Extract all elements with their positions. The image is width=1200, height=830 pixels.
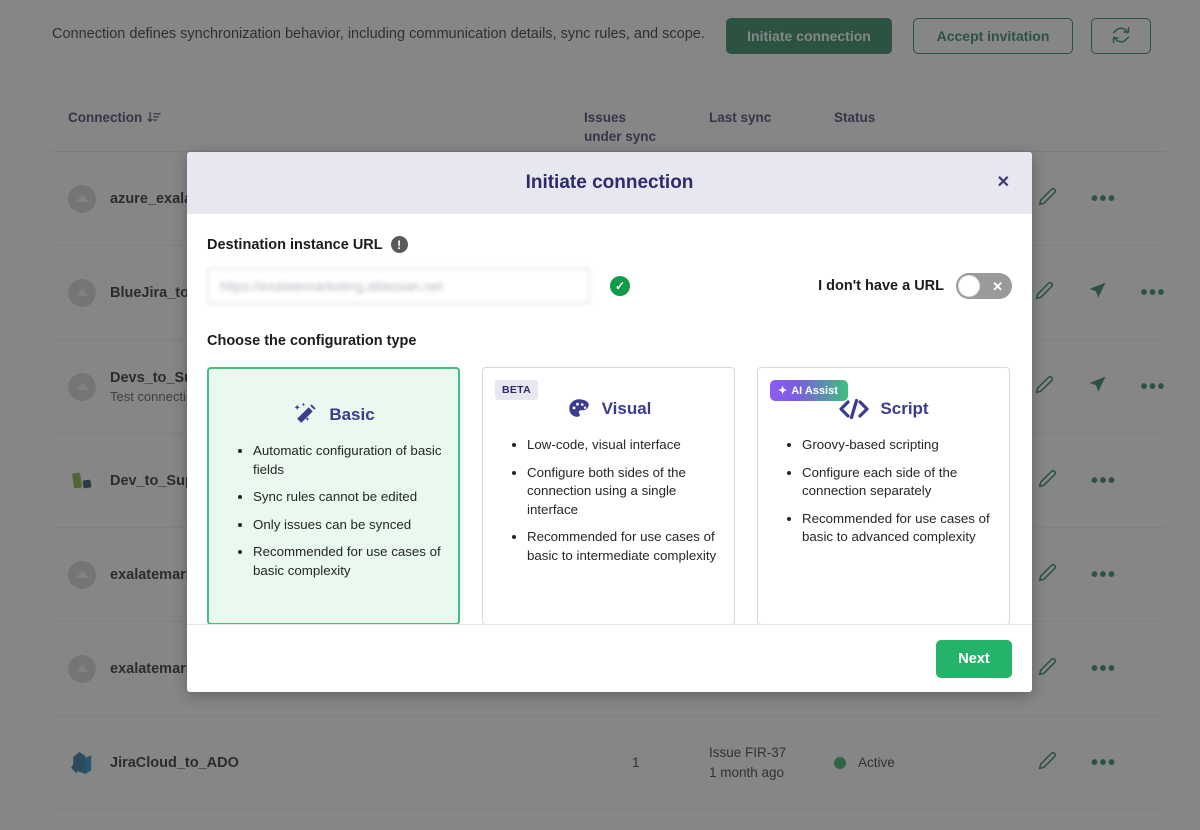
- list-item: Recommended for use cases of basic to in…: [527, 528, 720, 565]
- next-button[interactable]: Next: [936, 640, 1012, 678]
- toggle-knob: [958, 275, 980, 297]
- info-icon[interactable]: !: [391, 236, 408, 253]
- list-item: Automatic configuration of basic fields: [253, 442, 444, 479]
- close-x-icon: ✕: [992, 280, 1003, 293]
- card-header: Basic: [223, 401, 444, 428]
- list-item: Only issues can be synced: [253, 516, 444, 535]
- list-item: Sync rules cannot be edited: [253, 488, 444, 507]
- card-title: Visual: [602, 399, 652, 419]
- no-url-toggle[interactable]: ✕: [956, 273, 1012, 299]
- destination-url-label-row: Destination instance URL !: [207, 236, 1012, 253]
- destination-url-input[interactable]: [207, 268, 590, 304]
- no-url-toggle-group: I don't have a URL ✕: [818, 273, 1012, 299]
- list-item: Configure each side of the connection se…: [802, 464, 995, 501]
- modal-body: Destination instance URL ! ✓ I don't hav…: [187, 214, 1032, 624]
- ai-assist-badge: ✦ AI Assist: [770, 380, 848, 401]
- list-item: Low-code, visual interface: [527, 436, 720, 455]
- config-card-visual[interactable]: BETA Visual Low-code, visual i: [482, 367, 735, 624]
- card-bullet-list: Automatic configuration of basic fields …: [223, 442, 444, 580]
- modal-title: Initiate connection: [526, 172, 694, 194]
- card-bullet-list: Low-code, visual interface Configure bot…: [497, 436, 720, 565]
- modal-footer: Next: [187, 624, 1032, 692]
- destination-url-label: Destination instance URL: [207, 237, 383, 253]
- list-item: Groovy-based scripting: [802, 436, 995, 455]
- magic-wand-icon: [292, 401, 319, 428]
- no-url-label: I don't have a URL: [818, 278, 944, 294]
- sparkle-icon: ✦: [778, 384, 787, 397]
- configuration-type-cards: Basic Automatic configuration of basic f…: [207, 367, 1012, 624]
- config-card-script[interactable]: ✦ AI Assist Script Groovy-based scriptin…: [757, 367, 1010, 624]
- config-card-basic[interactable]: Basic Automatic configuration of basic f…: [207, 367, 460, 624]
- ai-assist-label: AI Assist: [791, 385, 838, 397]
- modal-header: Initiate connection ✕: [187, 152, 1032, 214]
- card-title: Script: [880, 399, 928, 419]
- beta-badge: BETA: [495, 380, 538, 400]
- card-title: Basic: [329, 405, 374, 425]
- list-item: Configure both sides of the connection u…: [527, 464, 720, 520]
- configuration-type-title: Choose the configuration type: [207, 333, 1012, 349]
- check-circle-icon: ✓: [610, 276, 630, 296]
- initiate-connection-modal: Initiate connection ✕ Destination instan…: [187, 152, 1032, 692]
- card-bullet-list: Groovy-based scripting Configure each si…: [772, 436, 995, 547]
- destination-url-row: ✓ I don't have a URL ✕: [207, 268, 1012, 304]
- palette-icon: [566, 396, 592, 422]
- close-icon[interactable]: ✕: [997, 175, 1010, 191]
- list-item: Recommended for use cases of basic compl…: [253, 543, 444, 580]
- list-item: Recommended for use cases of basic to ad…: [802, 510, 995, 547]
